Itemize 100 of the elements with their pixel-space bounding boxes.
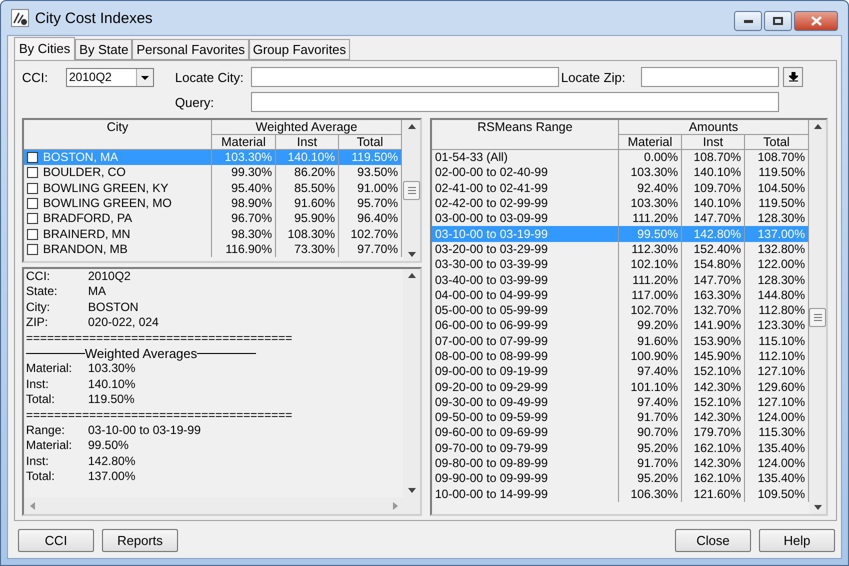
cci-dropdown[interactable]: 2010Q2 bbox=[66, 68, 154, 86]
maximize-button[interactable] bbox=[764, 11, 792, 31]
minimize-button[interactable] bbox=[734, 11, 762, 31]
scroll-up-icon[interactable] bbox=[408, 124, 416, 129]
city-cell[interactable]: BOWLING GREEN, KY bbox=[24, 180, 212, 196]
column-header[interactable]: Inst bbox=[682, 135, 745, 150]
table-cell: 179.70% bbox=[682, 425, 745, 441]
range-cell[interactable]: 03-20-00 to 03-29-99 bbox=[432, 242, 619, 258]
checkbox[interactable] bbox=[27, 244, 38, 255]
scroll-down-icon[interactable] bbox=[408, 488, 416, 493]
locate-zip-field[interactable] bbox=[641, 67, 779, 87]
column-header[interactable]: Inst bbox=[276, 135, 339, 150]
table-cell: 98.90% bbox=[212, 196, 276, 212]
action-button[interactable]: Help bbox=[759, 529, 835, 552]
city-cell[interactable]: BRADFORD, PA bbox=[24, 211, 212, 226]
table-cell: 92.40% bbox=[619, 180, 682, 196]
range-cell[interactable]: 09-30-00 to 09-49-99 bbox=[432, 394, 619, 410]
checkbox[interactable] bbox=[27, 182, 38, 194]
detail-value: 99.50% bbox=[88, 438, 129, 454]
section-heading: Weighted Averages bbox=[84, 346, 198, 362]
scroll-up-icon[interactable] bbox=[408, 273, 416, 278]
detail-label: Material: bbox=[26, 438, 74, 454]
checkbox[interactable] bbox=[27, 198, 38, 210]
tab[interactable]: By State bbox=[75, 39, 132, 60]
scrollbar[interactable] bbox=[403, 120, 420, 261]
city-cell[interactable]: BRAINERD, MN bbox=[24, 226, 212, 242]
range-cell[interactable]: 03-30-00 to 03-39-99 bbox=[432, 257, 619, 272]
scroll-up-icon[interactable] bbox=[814, 124, 822, 129]
locate-city-field[interactable] bbox=[251, 67, 559, 87]
action-button[interactable]: CCI bbox=[18, 529, 94, 552]
column-group-header: Weighted Average bbox=[212, 120, 402, 135]
city-cell[interactable]: BOWLING GREEN, MO bbox=[24, 196, 212, 212]
table-cell: 102.10% bbox=[619, 257, 682, 272]
range-cell[interactable]: 09-00-00 to 09-19-99 bbox=[432, 364, 619, 380]
range-cell[interactable]: 05-00-00 to 05-99-99 bbox=[432, 302, 619, 318]
checkbox[interactable] bbox=[27, 167, 38, 178]
close-button[interactable] bbox=[794, 11, 838, 31]
table-cell: 140.10% bbox=[682, 196, 745, 212]
range-cell[interactable]: 07-00-00 to 07-99-99 bbox=[432, 334, 619, 349]
checkbox[interactable] bbox=[27, 152, 38, 164]
column-group-header: Amounts bbox=[619, 120, 809, 135]
range-cell[interactable]: 09-60-00 to 09-69-99 bbox=[432, 425, 619, 441]
scrollbar[interactable] bbox=[403, 269, 420, 497]
table-cell: 119.50% bbox=[339, 150, 402, 166]
table-cell: 99.20% bbox=[619, 318, 682, 334]
table-cell: 97.70% bbox=[339, 242, 402, 258]
column-header[interactable]: Material bbox=[619, 135, 682, 150]
column-header[interactable]: Total bbox=[745, 135, 809, 150]
table-cell: 152.10% bbox=[682, 364, 745, 380]
range-cell[interactable]: 09-20-00 to 09-29-99 bbox=[432, 379, 619, 395]
detail-label: CCI: bbox=[26, 269, 51, 284]
range-cell[interactable]: 02-00-00 to 02-40-99 bbox=[432, 165, 619, 181]
action-button[interactable]: Reports bbox=[102, 529, 178, 552]
range-cell[interactable]: 09-90-00 to 09-99-99 bbox=[432, 471, 619, 487]
table-cell: 95.90% bbox=[276, 211, 339, 226]
query-field[interactable] bbox=[251, 92, 779, 112]
range-cell[interactable]: 01-54-33 (All) bbox=[432, 150, 619, 166]
range-cell[interactable]: 02-41-00 to 02-41-99 bbox=[432, 180, 619, 196]
table-cell: 154.80% bbox=[682, 257, 745, 272]
scroll-down-icon[interactable] bbox=[408, 252, 416, 257]
column-header[interactable]: City bbox=[24, 120, 212, 150]
tab[interactable]: Personal Favorites bbox=[132, 39, 249, 60]
detail-label: Total: bbox=[26, 392, 56, 408]
table-cell: 91.70% bbox=[619, 456, 682, 472]
column-header[interactable]: Material bbox=[212, 135, 276, 150]
table-cell: 103.30% bbox=[212, 150, 276, 166]
detail-value: 142.80% bbox=[88, 454, 136, 470]
detail-value: 103.30% bbox=[88, 361, 136, 377]
action-button[interactable]: Close bbox=[675, 529, 751, 552]
tab[interactable]: Group Favorites bbox=[248, 39, 350, 60]
column-header[interactable]: RSMeans Range bbox=[432, 120, 619, 150]
table-cell: 103.30% bbox=[619, 196, 682, 212]
scroll-thumb[interactable] bbox=[809, 308, 826, 326]
detail-label: City: bbox=[26, 300, 51, 316]
range-cell[interactable]: 04-00-00 to 04-99-99 bbox=[432, 288, 619, 303]
range-cell[interactable]: 09-70-00 to 09-79-99 bbox=[432, 440, 619, 456]
checkbox[interactable] bbox=[27, 228, 38, 240]
detail-value: 140.10% bbox=[88, 376, 136, 392]
range-cell[interactable]: 06-00-00 to 06-99-99 bbox=[432, 318, 619, 334]
city-cell[interactable]: BRANDON, MB bbox=[24, 242, 212, 258]
table-cell: 111.20% bbox=[619, 272, 682, 288]
download-button[interactable] bbox=[783, 67, 803, 87]
range-cell[interactable]: 03-40-00 to 03-99-99 bbox=[432, 272, 619, 288]
scroll-thumb[interactable] bbox=[403, 181, 420, 200]
range-cell[interactable]: 09-80-00 to 09-89-99 bbox=[432, 456, 619, 472]
table-cell: 137.00% bbox=[745, 226, 809, 242]
scroll-down-icon[interactable] bbox=[814, 505, 822, 510]
detail-label: State: bbox=[26, 284, 58, 300]
separator-text: ====================================== bbox=[26, 408, 294, 423]
scrollbar[interactable] bbox=[809, 120, 826, 514]
range-cell[interactable]: 08-00-00 to 08-99-99 bbox=[432, 348, 619, 364]
table-cell: 140.10% bbox=[682, 165, 745, 181]
range-cell[interactable]: 09-50-00 to 09-59-99 bbox=[432, 410, 619, 426]
range-cell[interactable]: 02-42-00 to 02-99-99 bbox=[432, 196, 619, 212]
column-header[interactable]: Total bbox=[339, 135, 402, 150]
detail-label: Range: bbox=[26, 422, 66, 438]
range-cell[interactable]: 10-00-00 to 14-99-99 bbox=[432, 486, 619, 502]
checkbox[interactable] bbox=[27, 213, 38, 224]
tab[interactable]: By Cities bbox=[14, 37, 76, 60]
city-cell[interactable]: BOULDER, CO bbox=[24, 165, 212, 181]
